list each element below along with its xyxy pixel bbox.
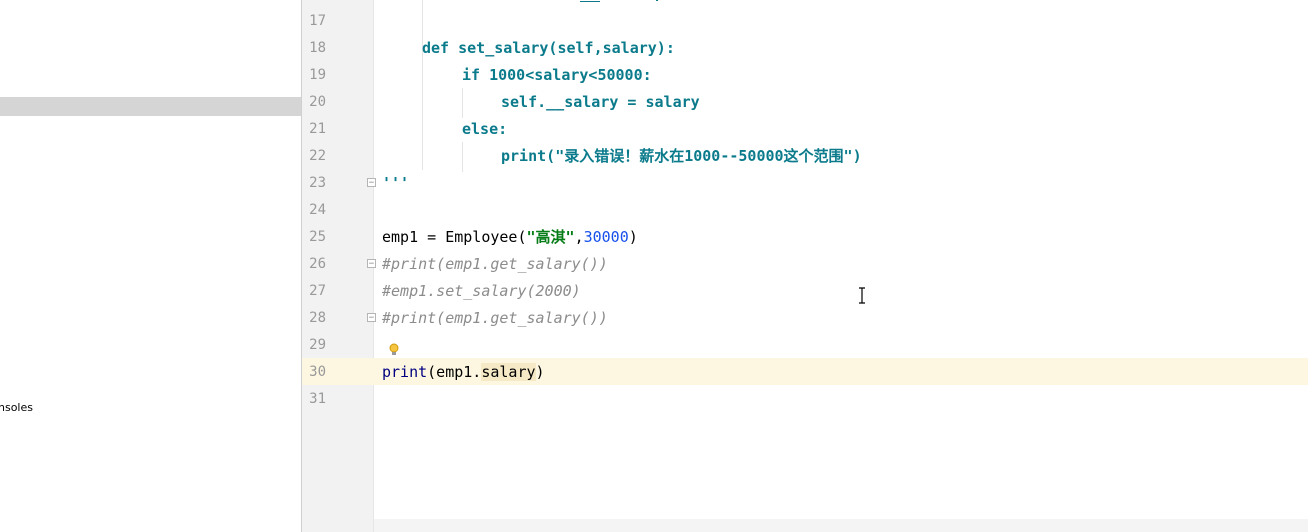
indent-guide xyxy=(462,142,463,172)
code-line-21[interactable]: else: xyxy=(462,116,507,143)
line-number: 27 xyxy=(309,283,326,299)
code-text: emp1 = Employee( xyxy=(382,228,527,246)
code-text: (emp1. xyxy=(427,363,482,381)
indent-guide xyxy=(462,88,463,118)
code-line-23[interactable]: ''' xyxy=(382,170,409,197)
line-number: 25 xyxy=(309,229,326,245)
indent-guide xyxy=(422,0,423,170)
paren: ) xyxy=(852,147,862,165)
project-panel: nsoles xyxy=(0,0,302,532)
code-line-28[interactable]: #print(emp1.get_salary()) xyxy=(382,305,608,332)
line-number: 29 xyxy=(309,337,326,353)
line-number: 22 xyxy=(309,148,326,164)
code-line-26[interactable]: #print(emp1.get_salary()) xyxy=(382,251,608,278)
code-text: set_salary(self,salary): xyxy=(449,39,675,57)
paren: ( xyxy=(546,147,556,165)
string-literal: "录入错误！薪水在1000--50000这个范围" xyxy=(555,147,853,165)
line-number: 21 xyxy=(309,121,326,137)
scratches-consoles-item[interactable]: nsoles xyxy=(0,401,33,414)
code-text: ) xyxy=(535,363,545,381)
function-name: print xyxy=(382,363,428,381)
code-line-25[interactable]: emp1 = Employee("高淇",30000) xyxy=(382,224,638,251)
fold-icon[interactable]: − xyxy=(367,313,376,323)
line-number: 30 xyxy=(309,364,326,380)
line-number: 24 xyxy=(309,202,326,218)
code-line-27[interactable]: #emp1.set_salary(2000) xyxy=(382,278,581,305)
number-literal: 30000 xyxy=(583,228,629,246)
string-literal: "高淇" xyxy=(526,228,575,246)
partial-line-fragment xyxy=(578,0,658,4)
keyword: if xyxy=(462,66,481,84)
line-number: 31 xyxy=(309,391,326,407)
line-number: 26 xyxy=(309,256,326,272)
fold-icon[interactable]: − xyxy=(367,259,376,269)
keyword: def xyxy=(422,39,450,57)
line-number: 17 xyxy=(309,13,326,29)
function-name: print xyxy=(501,147,547,165)
line-number: 23 xyxy=(309,175,326,191)
project-tree-selected-row[interactable] xyxy=(0,97,301,116)
code-text: , xyxy=(574,228,584,246)
code-line-20[interactable]: self.__salary = salary xyxy=(501,89,700,116)
code-text: 1000<salary<50000: xyxy=(480,66,652,84)
text-cursor-icon xyxy=(859,287,865,304)
horizontal-scrollbar[interactable] xyxy=(374,519,1308,532)
code-line-19[interactable]: if 1000<salary<50000: xyxy=(462,62,652,89)
code-text: ) xyxy=(628,228,638,246)
line-number: 28 xyxy=(309,310,326,326)
code-line-18[interactable]: def set_salary(self,salary): xyxy=(422,35,675,62)
code-line-22[interactable]: print("录入错误！薪水在1000--50000这个范围") xyxy=(501,143,862,170)
highlighted-identifier: salary xyxy=(481,363,536,381)
line-number: 19 xyxy=(309,67,326,83)
line-number: 20 xyxy=(309,94,326,110)
code-line-30[interactable]: print(emp1.salary) xyxy=(382,359,545,386)
line-number: 18 xyxy=(309,40,326,56)
lightbulb-icon[interactable] xyxy=(389,343,399,357)
fold-icon[interactable]: − xyxy=(367,178,376,188)
